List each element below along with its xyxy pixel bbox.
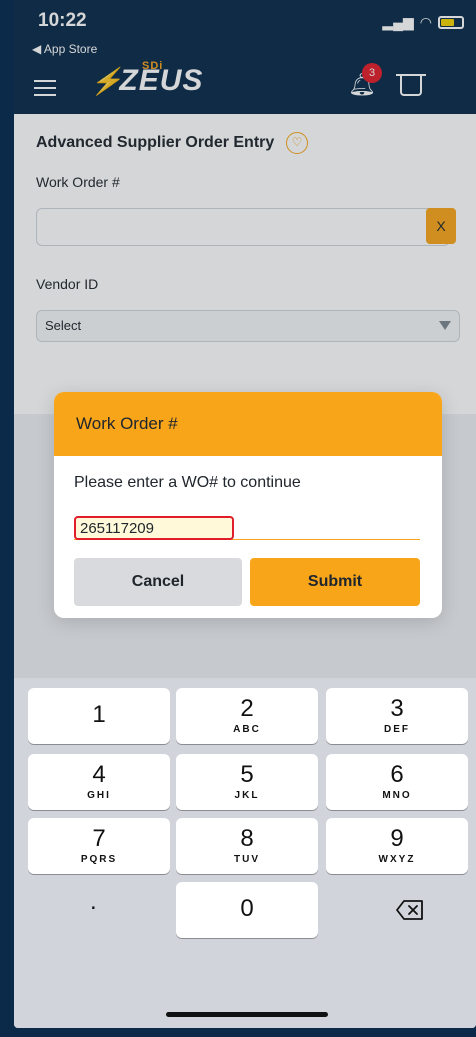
key-8[interactable]: 8 TUV <box>176 818 318 874</box>
submit-button[interactable]: Submit <box>250 558 420 606</box>
key-0[interactable]: 0 <box>176 882 318 938</box>
backspace-icon[interactable] <box>396 900 424 920</box>
key-4[interactable]: 4 GHI <box>28 754 170 810</box>
home-indicator[interactable] <box>166 1012 328 1017</box>
key-2[interactable]: 2 ABC <box>176 688 318 744</box>
key-7[interactable]: 7 PQRS <box>28 818 170 874</box>
app-screen: 10:22 ◀ App Store ▂▄▆ ◠ ⚡ZEUS SDi 🔔︎ 3 A… <box>14 0 476 1028</box>
wo-number-input[interactable] <box>74 516 234 540</box>
phone-frame: 10:22 ◀ App Store ▂▄▆ ◠ ⚡ZEUS SDi 🔔︎ 3 A… <box>0 0 476 1037</box>
key-3[interactable]: 3 DEF <box>326 688 468 744</box>
key-6[interactable]: 6 MNO <box>326 754 468 810</box>
numeric-keyboard: 1 2 ABC 3 DEF 4 GHI 5 JKL 6 MNO 7 PQRS 8 TUV 9W… <box>14 678 476 1028</box>
wo-number-field <box>74 516 420 540</box>
dialog-prompt: Please enter a WO# to continue <box>74 474 301 491</box>
key-1[interactable]: 1 <box>28 688 170 744</box>
key-5[interactable]: 5 JKL <box>176 754 318 810</box>
cancel-button[interactable]: Cancel <box>74 558 242 606</box>
key-dot[interactable]: . <box>90 888 97 916</box>
dialog-title: Work Order # <box>54 392 442 456</box>
work-order-dialog: Work Order # Please enter a WO# to conti… <box>54 392 442 618</box>
key-9[interactable]: 9 WXYZ <box>326 818 468 874</box>
